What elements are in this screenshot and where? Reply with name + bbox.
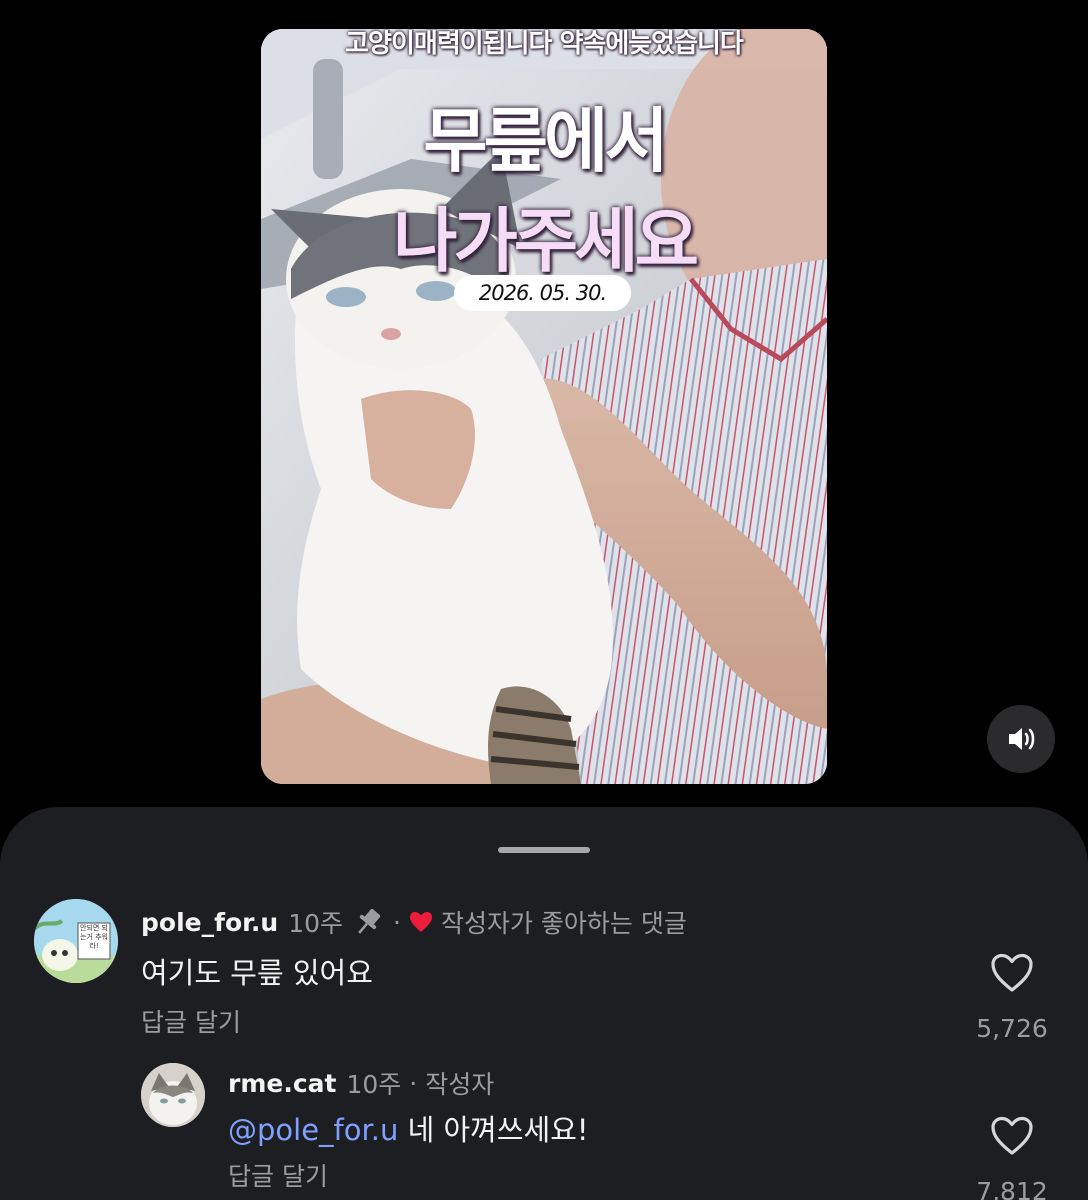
like-heart-icon[interactable]	[990, 953, 1034, 993]
comment-username[interactable]: rme.cat	[228, 1069, 336, 1098]
comment-meta: pole_for.u 10주 · 작성자가 좋아하는 댓글	[141, 904, 687, 940]
like-heart-icon[interactable]	[990, 1116, 1034, 1156]
like-count: 7,812	[976, 1177, 1048, 1200]
comment-body: 네 아껴쓰세요!	[407, 1113, 589, 1147]
date-pill: 2026. 05. 30.	[454, 275, 631, 311]
reel-title-line1: 무릎에서	[423, 100, 669, 182]
avatar-cat-photo	[141, 1063, 205, 1127]
reel-video[interactable]: 고양이매력이됩니다 약속에늦었습니다 무릎에서 나가주세요 2026. 05. …	[261, 29, 827, 784]
sheet-drag-handle[interactable]	[498, 847, 590, 853]
heart-icon	[409, 912, 432, 932]
like-count: 5,726	[976, 1014, 1048, 1043]
comments-sheet: 안되면 되는거 추워라! pole_for.u 10주 · 작성자가 좋아하는 …	[0, 807, 1088, 1200]
mention-link[interactable]: @pole_for.u	[228, 1113, 398, 1147]
author-badge: 작성자	[425, 1070, 495, 1099]
separator-dot: ·	[393, 907, 401, 937]
reel-subtitle-text: 고양이매력이됩니다 약속에늦었습니다	[345, 29, 744, 59]
liked-by-author-label: 작성자가 좋아하는 댓글	[440, 909, 687, 938]
sound-toggle-button[interactable]	[987, 705, 1055, 773]
reply-button[interactable]: 답글 달기	[141, 1003, 241, 1039]
comment-text: 여기도 무릎 있어요	[141, 956, 373, 990]
comment-time: 10주	[346, 1070, 402, 1099]
comment-username[interactable]: pole_for.u	[141, 908, 278, 937]
reel-viewer: 고양이매력이됩니다 약속에늦었습니다 무릎에서 나가주세요 2026. 05. …	[0, 0, 1088, 1200]
separator-dot: ·	[409, 1068, 418, 1098]
reel-title-line2: 나가주세요	[393, 200, 699, 282]
comment-time: 10주	[288, 909, 344, 938]
speaker-volume-icon	[1009, 728, 1035, 750]
avatar[interactable]	[141, 1063, 205, 1127]
reply-button[interactable]: 답글 달기	[228, 1157, 328, 1193]
comment-meta: rme.cat 10주 · 작성자	[228, 1065, 494, 1101]
comment-text: @pole_for.u 네 아껴쓰세요!	[228, 1107, 589, 1149]
pin-icon	[358, 909, 381, 934]
avatar-sign-text: 안되면 되는거 추워라!	[80, 924, 108, 950]
